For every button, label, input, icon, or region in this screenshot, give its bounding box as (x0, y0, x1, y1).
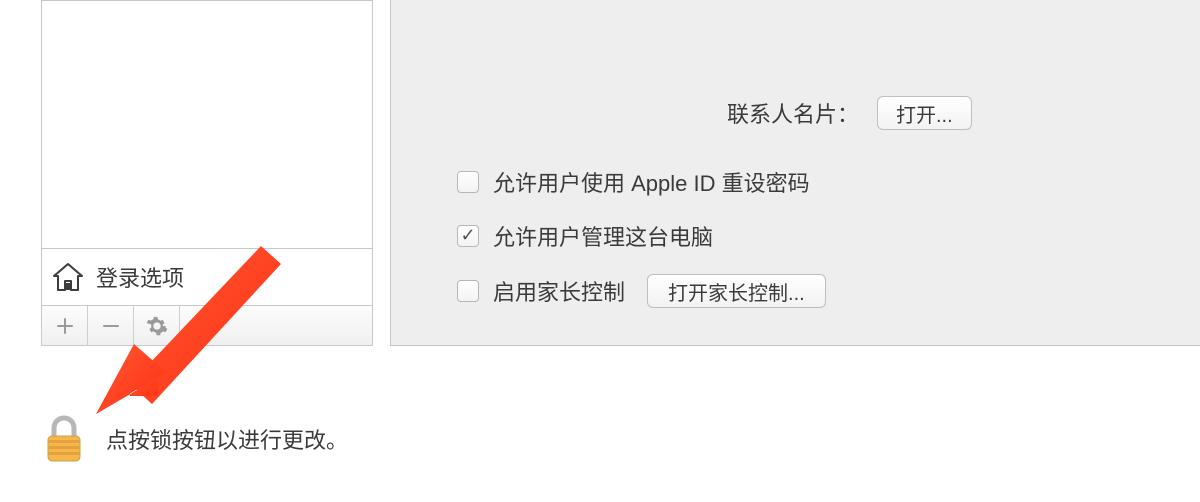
parental-label: 启用家长控制 (493, 275, 625, 307)
allow-manage-checkbox[interactable] (457, 225, 479, 247)
house-icon (50, 259, 86, 295)
login-options-label: 登录选项 (96, 261, 184, 293)
allow-manage-label: 允许用户管理这台电脑 (493, 220, 713, 252)
content-panel: 联系人名片： 打开... 允许用户使用 Apple ID 重设密码 允许用户管理… (390, 0, 1200, 346)
open-parental-button[interactable]: 打开家长控制... (647, 274, 826, 308)
contact-card-row: 联系人名片： 打开... (391, 96, 1200, 130)
settings-gear-button[interactable] (134, 306, 180, 345)
contact-card-label: 联系人名片： (391, 97, 861, 129)
allow-reset-password-label: 允许用户使用 Apple ID 重设密码 (493, 166, 810, 198)
lock-icon[interactable] (44, 414, 84, 464)
lock-area: 点按锁按钮以进行更改。 (44, 414, 348, 464)
parental-checkbox[interactable] (457, 280, 479, 302)
allow-manage-row[interactable]: 允许用户管理这台电脑 (391, 220, 1200, 252)
sidebar-panel: 登录选项 (41, 0, 373, 346)
parental-control-row: 启用家长控制 打开家长控制... (391, 274, 1200, 308)
allow-reset-password-row[interactable]: 允许用户使用 Apple ID 重设密码 (391, 166, 1200, 198)
allow-reset-password-checkbox[interactable] (457, 171, 479, 193)
login-options-row[interactable]: 登录选项 (42, 249, 372, 306)
remove-user-button[interactable] (88, 306, 134, 345)
sidebar-toolbar (42, 306, 372, 345)
lock-instruction-text: 点按锁按钮以进行更改。 (106, 423, 348, 455)
open-contact-button[interactable]: 打开... (877, 96, 972, 130)
user-list[interactable] (42, 1, 372, 249)
add-user-button[interactable] (42, 306, 88, 345)
